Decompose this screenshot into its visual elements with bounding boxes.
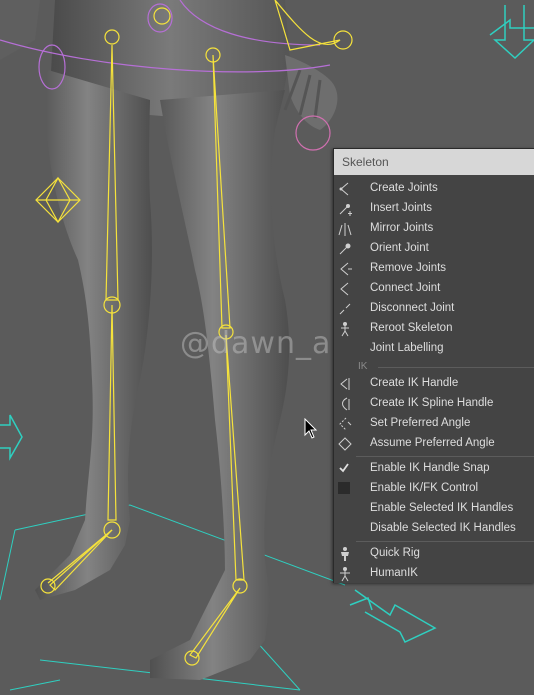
connect-joint-icon <box>340 282 349 296</box>
menu-item-quick-rig[interactable]: Quick Rig <box>334 544 534 564</box>
menu-item-label: Disable Selected IK Handles <box>370 522 516 534</box>
menu-item-connect-joint[interactable]: Connect Joint <box>334 279 534 299</box>
menu-item-label: Create IK Spline Handle <box>370 397 494 409</box>
ik-spline-handle-icon <box>342 397 350 411</box>
menu-item-mirror-joints[interactable]: Mirror Joints <box>334 219 534 239</box>
menu-item-joint-labelling[interactable]: Joint Labelling <box>334 339 534 359</box>
checkmark-icon <box>339 463 349 473</box>
quick-rig-icon <box>341 547 349 561</box>
menu-item-label: Remove Joints <box>370 262 447 274</box>
menu-item-label: Connect Joint <box>370 282 441 294</box>
ik-section-label: IK <box>358 361 368 372</box>
menu-item-create-ik-handle[interactable]: Create IK Handle <box>334 374 534 394</box>
menu-item-enable-ik-fk-control[interactable]: Enable IK/FK Control <box>334 479 534 499</box>
menu-item-create-joints[interactable]: Create Joints <box>334 179 534 199</box>
menu-item-label: HumanIK <box>370 567 418 579</box>
menu-item-reroot-skeleton[interactable]: Reroot Skeleton <box>334 319 534 339</box>
menu-title: Skeleton <box>334 149 534 175</box>
orient-joint-icon <box>339 243 351 255</box>
menu-item-label: Joint Labelling <box>370 342 444 354</box>
create-joints-icon <box>339 182 349 196</box>
menu-separator <box>356 541 534 542</box>
menu-item-label: Orient Joint <box>370 242 429 254</box>
menu-item-label: Enable IK Handle Snap <box>370 462 490 474</box>
menu-item-label: Create IK Handle <box>370 377 459 389</box>
insert-joints-icon <box>339 204 352 216</box>
menu-item-label: Assume Preferred Angle <box>370 437 495 449</box>
menu-item-label: Insert Joints <box>370 202 432 214</box>
mouse-cursor-icon <box>304 418 318 439</box>
menu-item-label: Reroot Skeleton <box>370 322 453 334</box>
skeleton-menu: Skeleton Create Joints Insert Joints Mir… <box>333 148 534 583</box>
section-divider <box>378 367 534 368</box>
menu-item-label: Set Preferred Angle <box>370 417 471 429</box>
menu-item-assume-preferred-angle[interactable]: Assume Preferred Angle <box>334 434 534 454</box>
menu-item-humanik[interactable]: HumanIK <box>334 564 534 584</box>
menu-item-enable-selected-ik-handles[interactable]: Enable Selected IK Handles <box>334 499 534 519</box>
menu-item-disable-selected-ik-handles[interactable]: Disable Selected IK Handles <box>334 519 534 539</box>
reroot-skeleton-icon <box>341 322 349 337</box>
set-preferred-angle-icon <box>339 417 352 431</box>
menu-item-disconnect-joint[interactable]: Disconnect Joint <box>334 299 534 319</box>
menu-item-label: Create Joints <box>370 182 438 194</box>
menu-item-orient-joint[interactable]: Orient Joint <box>334 239 534 259</box>
menu-item-insert-joints[interactable]: Insert Joints <box>334 199 534 219</box>
checkbox-icon <box>338 482 350 494</box>
menu-item-label: Disconnect Joint <box>370 302 455 314</box>
menu-item-set-preferred-angle[interactable]: Set Preferred Angle <box>334 414 534 434</box>
menu-item-label: Enable Selected IK Handles <box>370 502 514 514</box>
menu-item-enable-ik-handle-snap[interactable]: Enable IK Handle Snap <box>334 459 534 479</box>
menu-item-label: Enable IK/FK Control <box>370 482 479 494</box>
menu-item-create-ik-spline-handle[interactable]: Create IK Spline Handle <box>334 394 534 414</box>
menu-item-remove-joints[interactable]: Remove Joints <box>334 259 534 279</box>
menu-item-label: Mirror Joints <box>370 222 434 234</box>
remove-joints-icon <box>340 262 352 276</box>
menu-item-label: Quick Rig <box>370 547 420 559</box>
disconnect-joint-icon <box>339 303 351 315</box>
assume-preferred-angle-icon <box>338 437 352 451</box>
mirror-joints-icon <box>338 223 352 236</box>
menu-separator <box>356 456 534 457</box>
ik-handle-icon <box>340 378 350 390</box>
humanik-icon <box>340 567 350 582</box>
